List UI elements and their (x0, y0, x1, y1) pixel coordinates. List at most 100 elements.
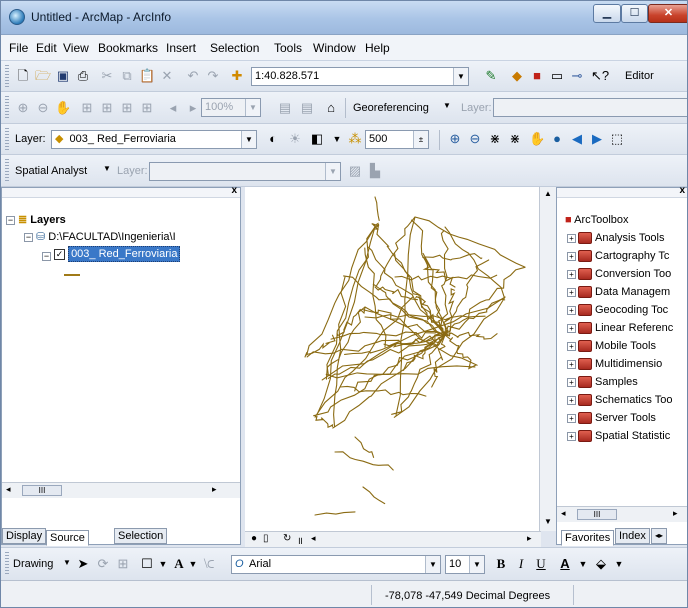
italic-icon[interactable]: I (513, 556, 529, 572)
spin-value-field[interactable]: 500 ± (365, 130, 429, 149)
chevron-down-icon[interactable]: ▼ (575, 556, 591, 572)
map-view[interactable] (245, 187, 541, 531)
scroll-right-icon[interactable]: ▸ (527, 533, 532, 544)
tab-display[interactable]: Display (2, 528, 47, 544)
zoom-out-icon[interactable]: ⊖ (467, 131, 483, 147)
scroll-thumb[interactable]: III (577, 509, 617, 520)
fixed-zoom-in-icon[interactable]: ⊞ (99, 100, 115, 116)
expand-icon[interactable]: + (567, 359, 576, 369)
toolbox-item[interactable]: + Linear Referenc (567, 322, 673, 335)
expand-icon[interactable]: + (567, 377, 576, 387)
transparency-icon[interactable]: ◧ (309, 131, 325, 147)
expand-icon[interactable]: + (567, 269, 576, 279)
layout-view-icon[interactable]: ▯ (263, 533, 269, 544)
forward-arrow-icon[interactable]: ▶ (589, 131, 605, 147)
font-size-combo[interactable]: 10 ▼ (445, 555, 485, 574)
layers-root[interactable]: ≣ Layers (18, 213, 66, 226)
whats-this-icon[interactable]: ↖? (591, 68, 609, 84)
close-pane-icon[interactable]: x (679, 185, 685, 196)
arctoolbox-icon[interactable]: ■ (529, 68, 545, 84)
menu-window[interactable]: Window (313, 41, 356, 55)
full-extent-globe-icon[interactable]: ● (549, 131, 565, 147)
redo-icon[interactable]: ↷ (205, 68, 221, 84)
focus-frame-icon[interactable]: ▤ (299, 100, 315, 116)
toolbox-item[interactable]: + Conversion Too (567, 268, 671, 281)
scroll-left-icon[interactable]: ◂ (311, 533, 316, 544)
next-extent-icon[interactable]: ▸ (185, 100, 201, 116)
drawing-menu[interactable]: Drawing (13, 558, 53, 570)
effects-dropdown-icon[interactable]: ▼ (329, 131, 345, 147)
open-folder-icon[interactable]: 🗁 (35, 68, 51, 84)
menu-tools[interactable]: Tools (274, 41, 302, 55)
rotate-icon[interactable]: ⟳ (95, 556, 111, 572)
copy-icon[interactable]: ⧉ (119, 68, 135, 84)
zoom-100-icon[interactable]: ⊞ (139, 100, 155, 116)
spatial-analyst-menu[interactable]: Spatial Analyst (15, 165, 87, 177)
scroll-down-icon[interactable]: ▼ (544, 517, 552, 526)
font-color-icon[interactable]: A (557, 556, 573, 572)
minimize-button[interactable]: ▁ (593, 4, 621, 23)
toolbox-item[interactable]: + Spatial Statistic (567, 430, 670, 443)
chevron-down-icon[interactable]: ▼ (155, 556, 171, 572)
map-vscroll[interactable]: ▲ ▼ (539, 187, 556, 531)
expand-icon[interactable]: + (567, 323, 576, 333)
layer-name[interactable]: 003_ Red_Ferroviaria (68, 246, 181, 262)
close-button[interactable]: ✕ (648, 4, 687, 23)
menu-help[interactable]: Help (365, 41, 390, 55)
select-elements-icon[interactable]: ➤ (75, 556, 91, 572)
refresh-icon[interactable]: ↻ (283, 533, 291, 544)
scroll-left-icon[interactable]: ◂ (561, 508, 566, 519)
scroll-thumb[interactable]: III (22, 485, 62, 496)
chevron-down-icon[interactable]: ▼ (185, 556, 201, 572)
menu-view[interactable]: View (63, 41, 89, 55)
fixed-zoom-out-map-icon[interactable]: ⋇ (507, 131, 523, 147)
layout-zoom-combo[interactable]: 100% ▼ (201, 98, 261, 117)
toolbox-hscroll[interactable]: ◂ III ▸ (557, 506, 687, 522)
rectangle-icon[interactable]: ☐ (139, 556, 155, 572)
select-features-icon[interactable]: ⬚ (609, 131, 625, 147)
map-scale-combo[interactable]: 1:40.828.571 ▼ (251, 67, 469, 86)
menu-selection[interactable]: Selection (210, 41, 259, 55)
scroll-up-icon[interactable]: ▲ (544, 189, 552, 198)
fixed-zoom-out-icon[interactable]: ⊞ (119, 100, 135, 116)
print-icon[interactable]: ⎙ (75, 68, 91, 84)
data-view-icon[interactable]: ● (251, 533, 257, 544)
menu-file[interactable]: File (9, 41, 28, 55)
toolbox-item[interactable]: + Geocoding Toc (567, 304, 668, 317)
collapse-icon[interactable]: − (42, 252, 51, 261)
bold-icon[interactable]: B (493, 556, 509, 572)
expand-icon[interactable]: + (567, 305, 576, 315)
expand-icon[interactable]: + (567, 341, 576, 351)
expand-icon[interactable]: + (567, 395, 576, 405)
tab-index[interactable]: Index (615, 528, 650, 544)
contrast-icon[interactable]: ◐ (265, 131, 281, 147)
chart-icon[interactable]: ▙ (367, 163, 383, 179)
fixed-zoom-in-map-icon[interactable]: ⋇ (487, 131, 503, 147)
maximize-button[interactable]: ☐ (621, 4, 648, 23)
menu-insert[interactable]: Insert (166, 41, 196, 55)
collapse-icon[interactable]: − (6, 216, 15, 225)
add-data-icon[interactable]: ✚ (229, 68, 245, 84)
toolbox-item[interactable]: + Analysis Tools (567, 232, 665, 245)
georeferencing-menu[interactable]: Georeferencing (353, 102, 429, 114)
spin-arrows-icon[interactable]: ± (413, 131, 428, 148)
edit-vertices-icon[interactable]: ⟈ (201, 556, 217, 572)
toolbox-item[interactable]: + Multidimensio (567, 358, 662, 371)
layer-visibility-checkbox[interactable]: ✓ (54, 248, 65, 260)
menu-edit[interactable]: Edit (36, 41, 57, 55)
toggle-draft-icon[interactable]: ▤ (277, 100, 293, 116)
new-document-icon[interactable]: 🗋 (15, 68, 31, 84)
save-icon[interactable]: ▣ (55, 68, 71, 84)
underline-icon[interactable]: U (533, 556, 549, 572)
toolbar-grip[interactable] (5, 159, 9, 181)
map-hscroll[interactable]: ● ▯ ↻ ॥ ◂ ▸ (245, 531, 541, 547)
tab-scroll-icon[interactable]: ◂▸ (651, 528, 668, 544)
zoom-to-selected-icon[interactable]: ⊞ (115, 556, 131, 572)
back-arrow-icon[interactable]: ◀ (569, 131, 585, 147)
arctoolbox-root[interactable]: ■ ArcToolbox (565, 214, 629, 226)
toolbox-item[interactable]: + Samples (567, 376, 638, 389)
tab-favorites[interactable]: Favorites (561, 530, 615, 546)
snapping-icon[interactable]: ⁂ (347, 131, 363, 147)
expand-icon[interactable]: + (567, 287, 576, 297)
model-builder-icon[interactable]: ⊸ (569, 68, 585, 84)
